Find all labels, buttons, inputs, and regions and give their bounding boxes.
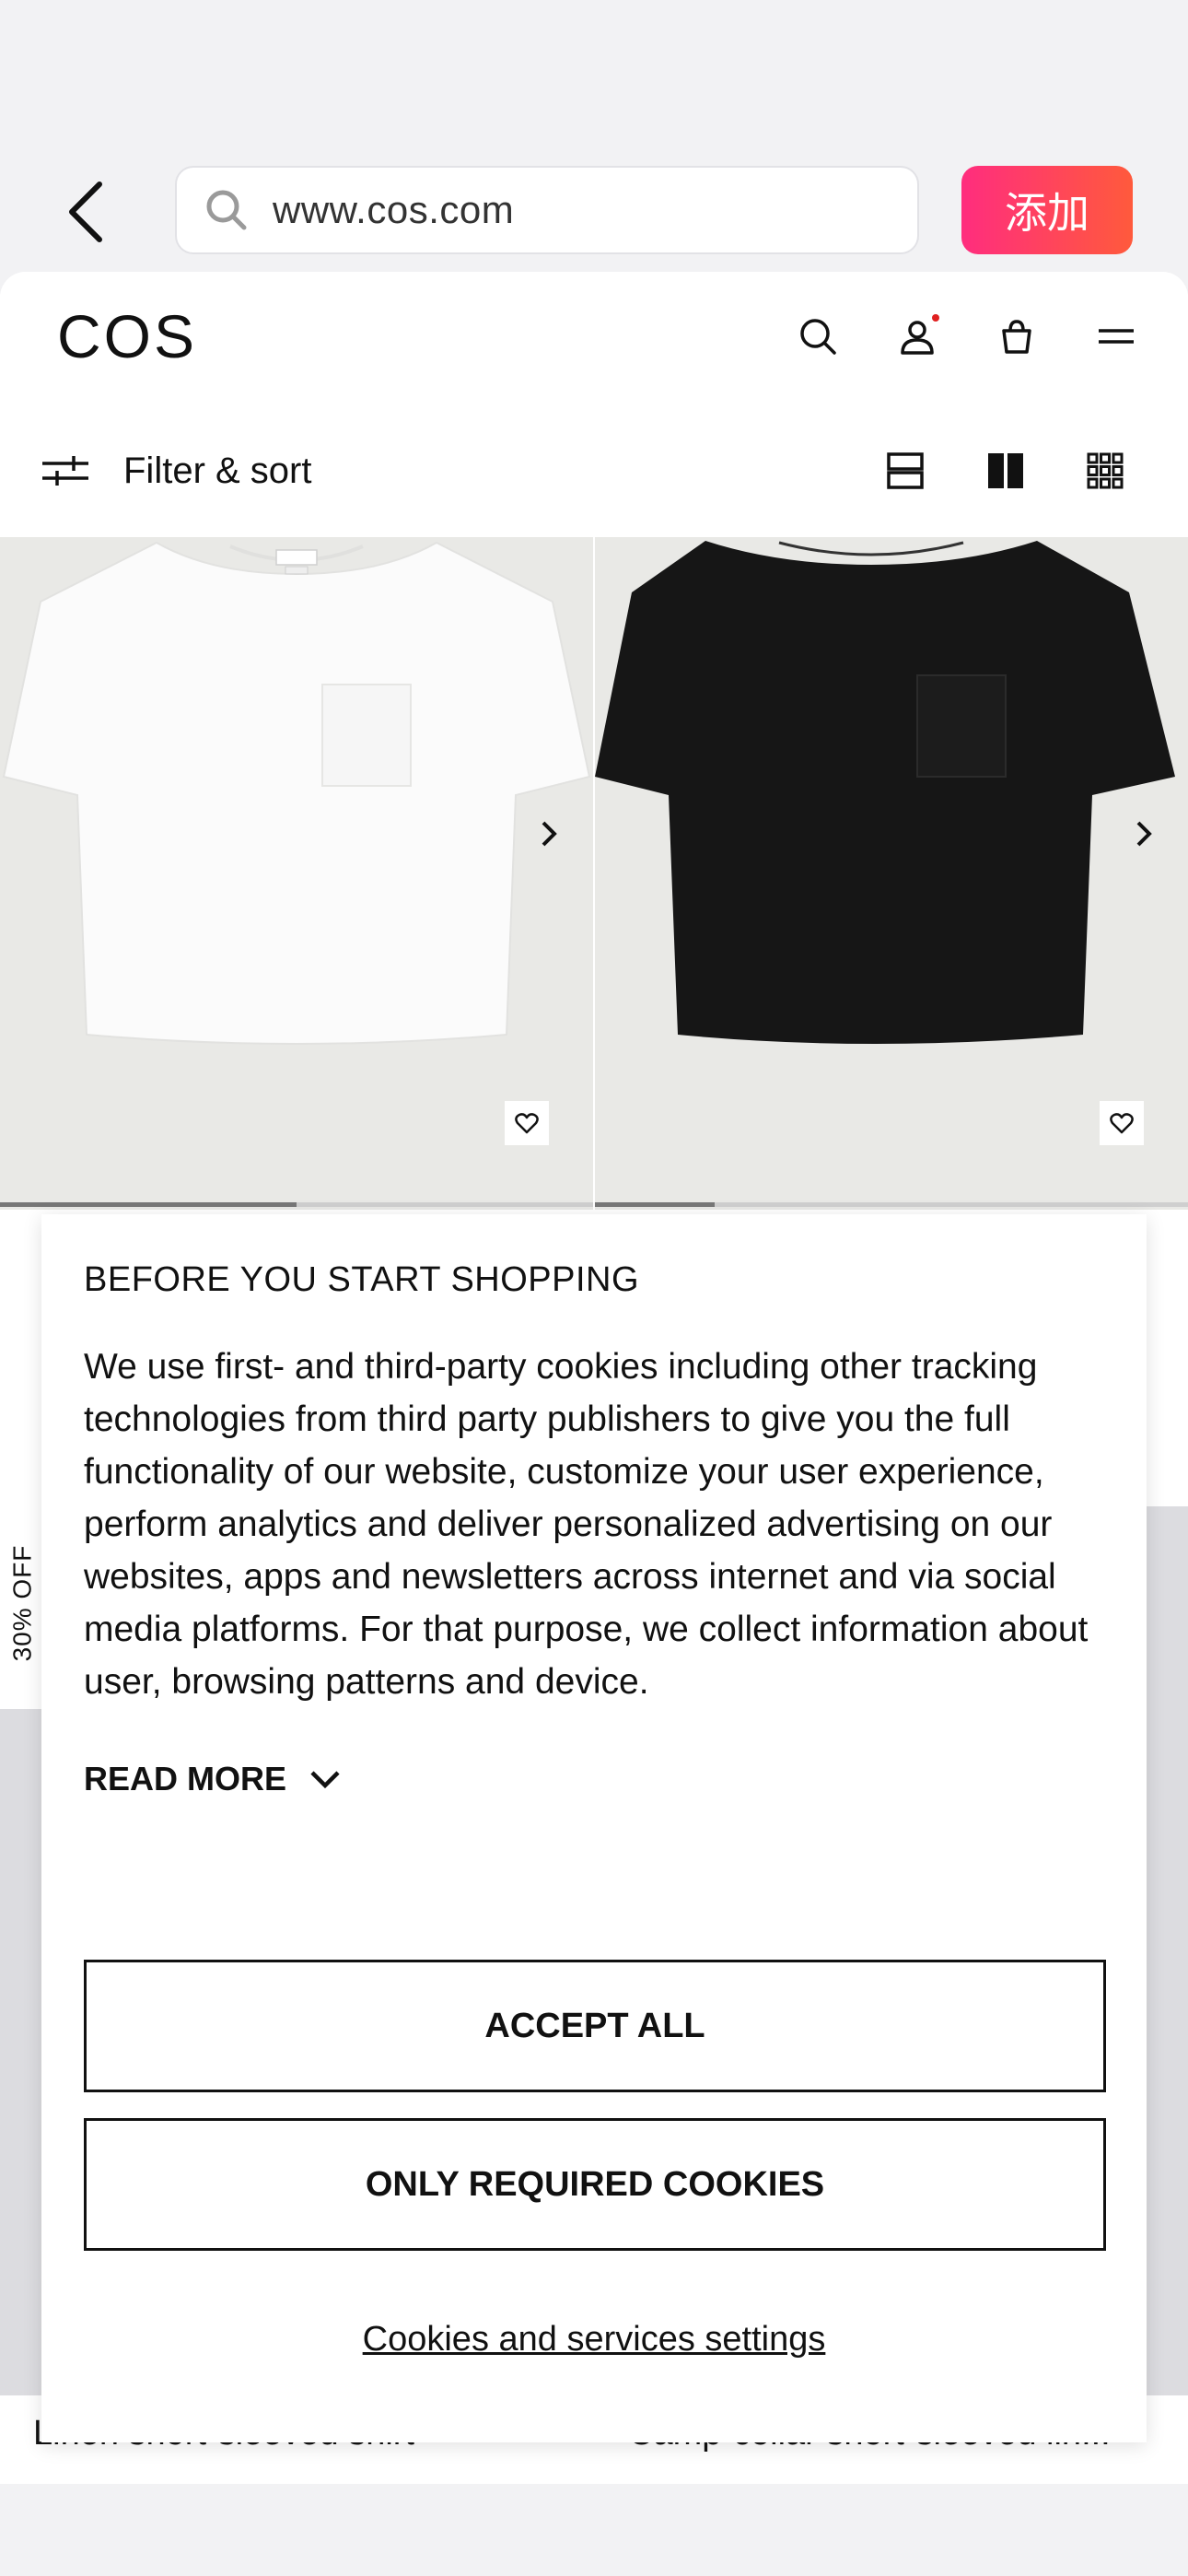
accept-all-button[interactable]: ACCEPT ALL bbox=[84, 1960, 1106, 2092]
carousel-progress-fill bbox=[595, 1202, 715, 1207]
single-column-view-icon bbox=[887, 452, 924, 489]
filter-sort-button[interactable]: Filter & sort bbox=[41, 434, 311, 508]
shopping-bag-icon bbox=[1002, 320, 1031, 354]
next-image-button[interactable] bbox=[1125, 815, 1162, 852]
user-icon bbox=[901, 321, 934, 355]
wishlist-button[interactable] bbox=[1100, 1101, 1144, 1145]
cookie-dialog-title: BEFORE YOU START SHOPPING bbox=[84, 1260, 640, 1299]
search-icon bbox=[206, 190, 247, 230]
wishlist-button[interactable] bbox=[505, 1101, 549, 1145]
only-required-cookies-button[interactable]: ONLY REQUIRED COOKIES bbox=[84, 2118, 1106, 2251]
next-image-button[interactable] bbox=[530, 815, 567, 852]
chevron-right-icon bbox=[542, 821, 557, 847]
image-carousel-progress bbox=[595, 1202, 1188, 1207]
carousel-progress-fill bbox=[0, 1202, 297, 1207]
image-carousel-progress bbox=[0, 1202, 593, 1207]
cookie-dialog-body: We use first- and third-party cookies in… bbox=[84, 1347, 1089, 1702]
sliders-icon bbox=[42, 456, 88, 486]
view-single-column-button[interactable] bbox=[879, 445, 931, 497]
two-column-view-icon bbox=[988, 453, 1023, 488]
brand-logo[interactable]: COS bbox=[57, 301, 197, 371]
chevron-left-icon bbox=[69, 181, 102, 242]
header-search-button[interactable] bbox=[790, 309, 845, 364]
chevron-right-icon bbox=[1136, 821, 1152, 847]
cookie-settings-link[interactable]: Cookies and services settings bbox=[41, 2320, 1147, 2359]
add-button[interactable]: 添加 bbox=[961, 166, 1133, 254]
cookie-consent-dialog: BEFORE YOU START SHOPPING We use first- … bbox=[41, 1214, 1147, 2442]
hamburger-menu-icon bbox=[1099, 329, 1134, 344]
read-more-toggle[interactable]: READ MORE bbox=[84, 1760, 1104, 1798]
back-button[interactable] bbox=[57, 175, 112, 249]
view-grid-button[interactable] bbox=[1079, 445, 1131, 497]
heart-icon bbox=[515, 1113, 539, 1134]
sale-badge: 30% OFF bbox=[0, 1497, 44, 1709]
address-bar[interactable]: www.cos.com bbox=[175, 166, 919, 254]
menu-button[interactable] bbox=[1089, 309, 1144, 364]
product-card-black-tee[interactable] bbox=[595, 537, 1188, 1210]
browser-toolbar: www.cos.com 添加 bbox=[0, 0, 1188, 272]
url-text: www.cos.com bbox=[273, 188, 515, 231]
site-header: COS bbox=[0, 272, 1188, 401]
filter-sort-label: Filter & sort bbox=[123, 450, 312, 491]
notification-dot bbox=[932, 314, 939, 322]
product-card-white-tee[interactable] bbox=[0, 537, 593, 1210]
filter-bar: Filter & sort bbox=[0, 401, 1188, 537]
search-icon bbox=[800, 319, 836, 355]
chevron-down-icon bbox=[310, 1771, 340, 1789]
read-more-label: READ MORE bbox=[84, 1760, 287, 1797]
grid-view-icon bbox=[1087, 452, 1124, 489]
heart-icon bbox=[1110, 1113, 1134, 1134]
sale-badge-text: 30% OFF bbox=[7, 1544, 36, 1662]
shopping-bag-button[interactable] bbox=[989, 309, 1044, 364]
view-two-column-button[interactable] bbox=[980, 445, 1031, 497]
